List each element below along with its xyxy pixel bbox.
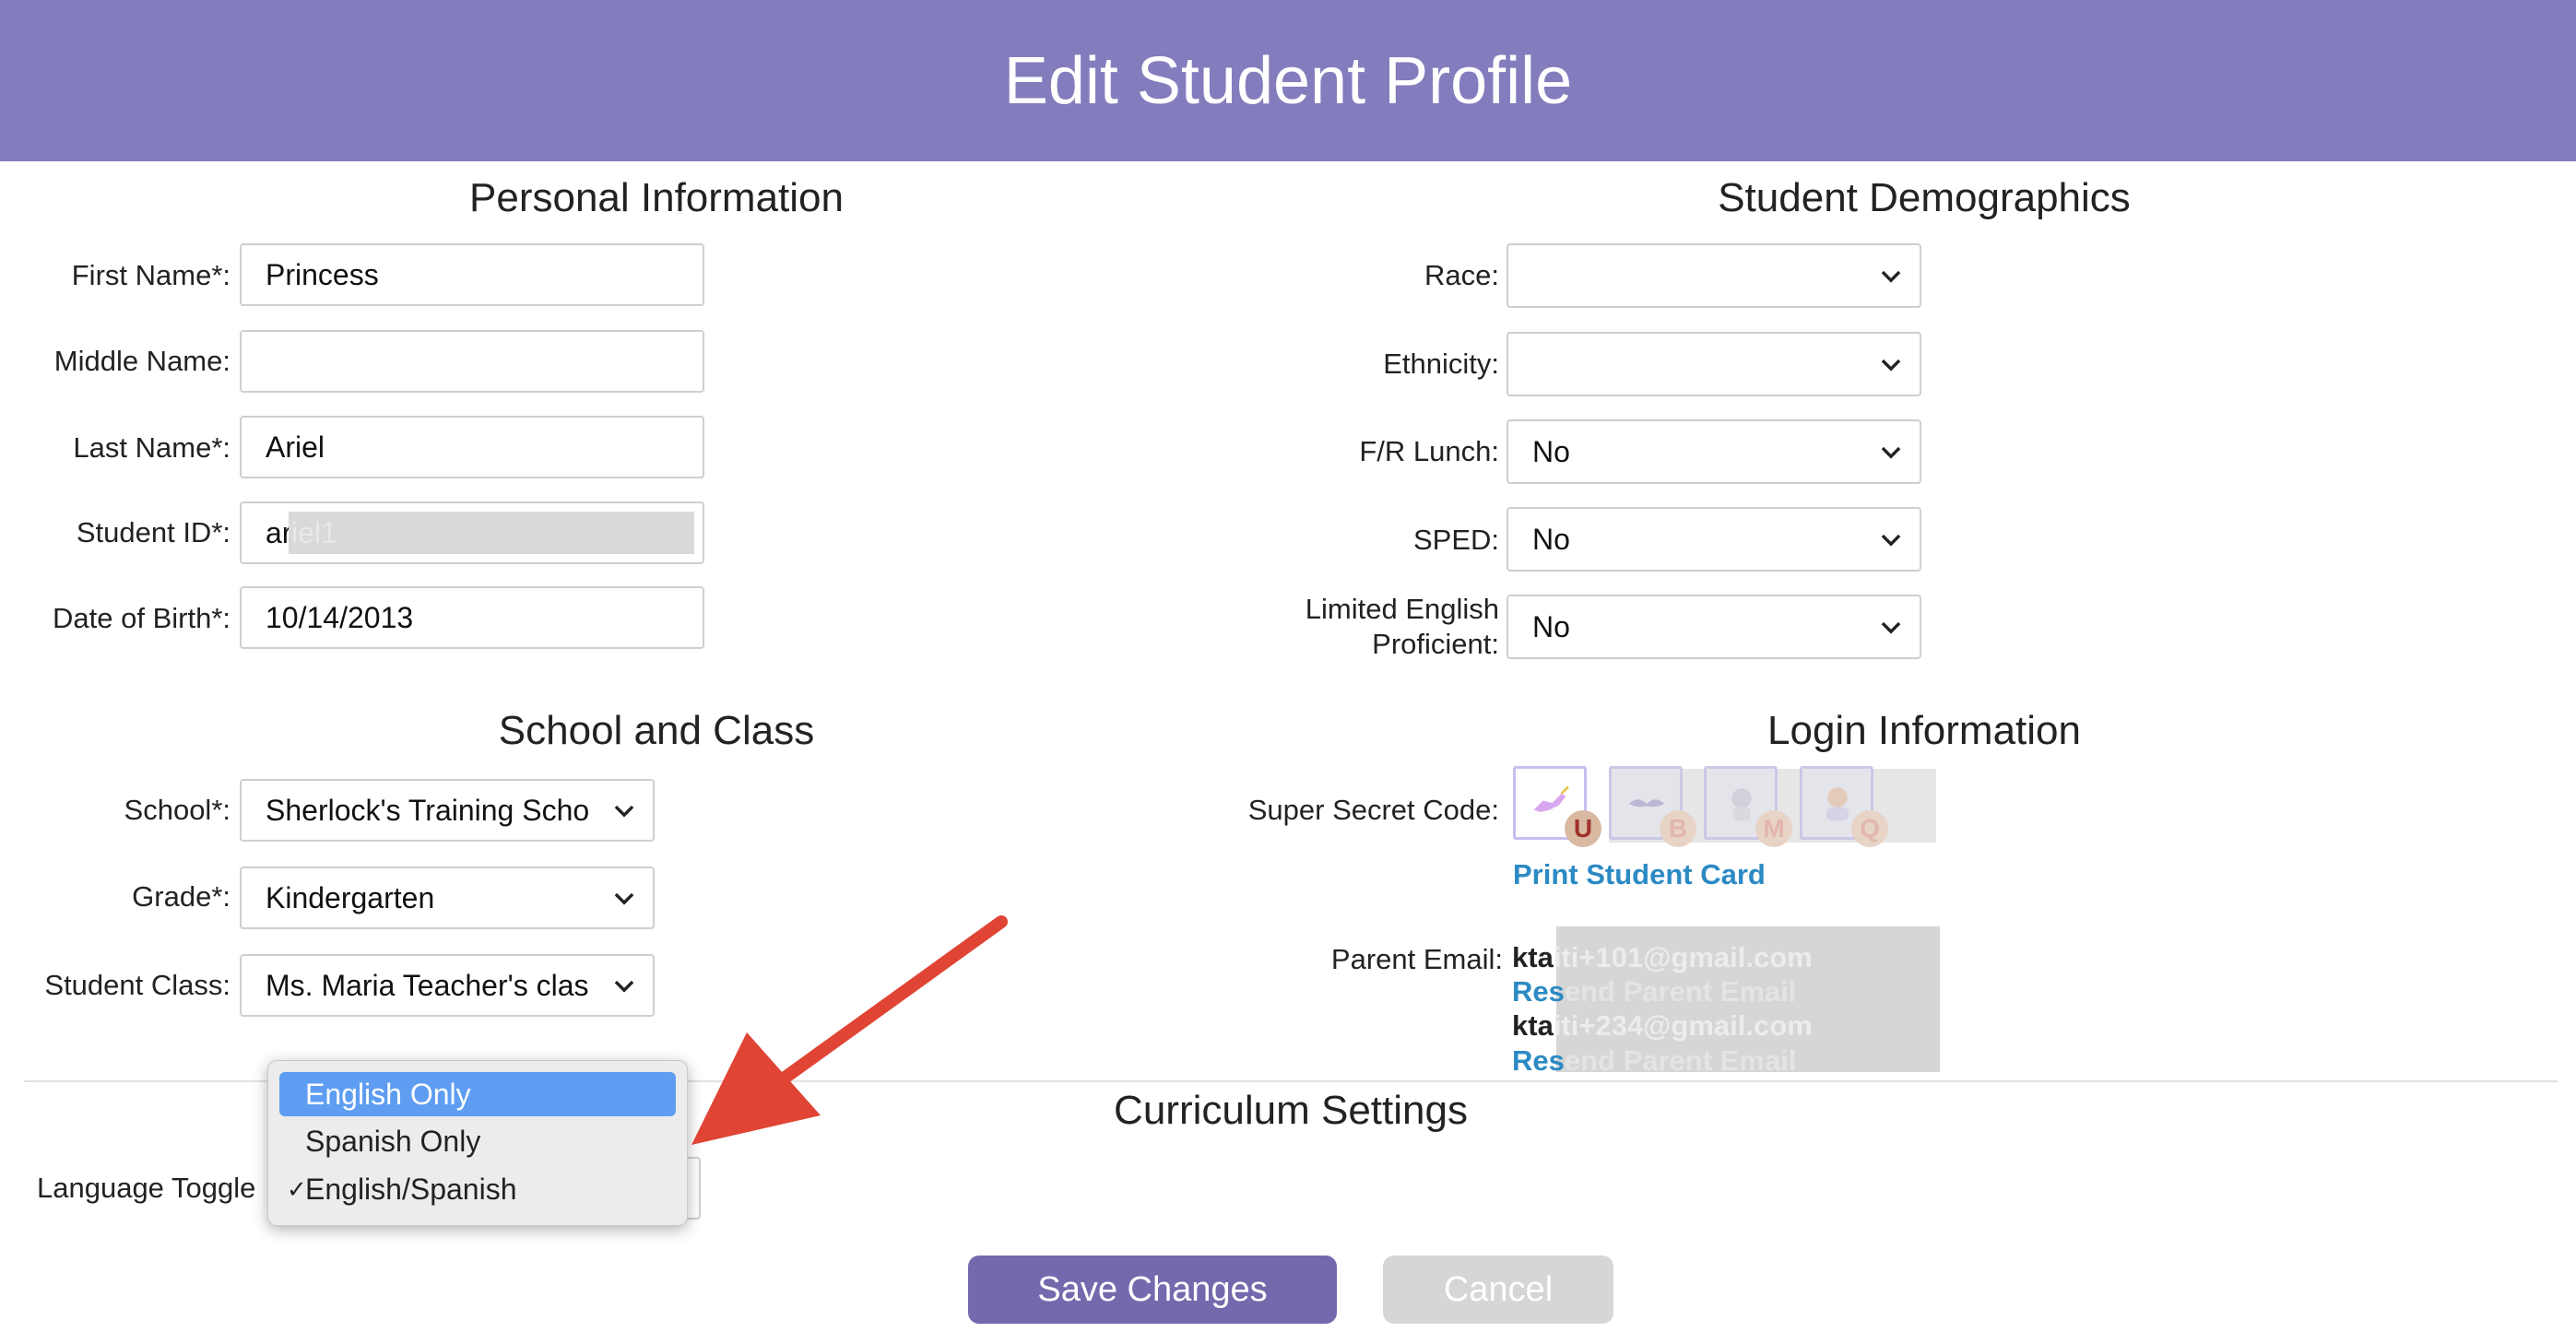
date-of-birth-input[interactable]: 10/14/2013 [240, 586, 704, 649]
resend-parent-email-1-redacted: end Parent Email [1564, 975, 1797, 1008]
parent-email-1-prefix: kta [1512, 941, 1554, 973]
lep-select[interactable]: No [1507, 595, 1921, 659]
school-label: School*: [124, 794, 230, 826]
checkmark-icon: ✓ [287, 1175, 307, 1203]
resend-parent-email-2-prefix: Res [1512, 1044, 1565, 1077]
school-select[interactable]: Sherlock's Training School [240, 779, 655, 842]
parent-email-1-redacted: iti+101@gmail.com [1553, 941, 1813, 973]
grade-select[interactable]: Kindergarten [240, 867, 655, 929]
grade-label: Grade*: [132, 880, 230, 913]
middle-name-label: Middle Name: [53, 345, 230, 377]
lep-label: Limited English Proficient: [1199, 592, 1499, 662]
last-name-value: Ariel [266, 430, 325, 464]
chevron-down-icon [1881, 270, 1901, 283]
lep-label-line2: Proficient: [1372, 628, 1499, 660]
school-value: Sherlock's Training School [266, 793, 588, 827]
fr-lunch-label: F/R Lunch: [1359, 435, 1499, 467]
parent-email-2-prefix: kta [1512, 1009, 1554, 1042]
language-toggle-label: Language Toggle [37, 1172, 256, 1204]
secret-code-letter-4: Q [1851, 810, 1888, 847]
secret-code-label: Super Secret Code: [1247, 794, 1499, 826]
student-demographics-heading: Student Demographics [1718, 175, 2131, 220]
first-name-label: First Name*: [71, 259, 230, 291]
race-label: Race: [1424, 259, 1499, 291]
language-option-spanish-only-label: Spanish Only [305, 1125, 481, 1158]
ethnicity-select[interactable] [1507, 332, 1921, 396]
fr-lunch-value: No [1532, 434, 1570, 468]
print-student-card-link[interactable]: Print Student Card [1513, 858, 1766, 891]
last-name-label: Last Name*: [73, 431, 230, 464]
lep-label-line1: Limited English [1305, 593, 1499, 625]
secret-code-letter-2: B [1660, 810, 1696, 847]
cancel-button[interactable]: Cancel [1383, 1256, 1613, 1324]
first-name-value: Princess [266, 257, 379, 291]
secret-code-letter-3: M [1755, 810, 1792, 847]
chevron-down-icon [1881, 359, 1901, 371]
language-option-spanish-only[interactable]: Spanish Only [279, 1119, 676, 1163]
personal-information-heading: Personal Information [469, 175, 844, 220]
page-header: Edit Student Profile [0, 0, 2576, 161]
fr-lunch-select[interactable]: No [1507, 419, 1921, 484]
ethnicity-label: Ethnicity: [1383, 348, 1499, 380]
student-id-label: Student ID*: [76, 516, 230, 548]
chevron-down-icon [1881, 621, 1901, 634]
language-toggle-dropdown: English Only Spanish Only ✓ English/Span… [267, 1060, 688, 1226]
student-id-redacted-text: iel1 [291, 516, 337, 549]
language-option-english-only[interactable]: English Only [279, 1072, 676, 1116]
student-class-value: Ms. Maria Teacher's class [266, 968, 588, 1002]
resend-parent-email-1-prefix: Res [1512, 975, 1565, 1008]
student-id-redaction [289, 512, 694, 554]
date-of-birth-value: 10/14/2013 [266, 600, 414, 634]
parent-email-2: ktaiti+234@gmail.com [1512, 1009, 1813, 1043]
chevron-down-icon [1881, 534, 1901, 547]
login-information-heading: Login Information [1767, 708, 2081, 753]
student-class-select[interactable]: Ms. Maria Teacher's class [240, 954, 655, 1017]
language-option-english-spanish-label: English/Spanish [305, 1173, 517, 1206]
student-class-label: Student Class: [44, 969, 230, 1001]
grade-value: Kindergarten [266, 880, 435, 914]
parent-email-2-redacted: iti+234@gmail.com [1553, 1009, 1813, 1042]
annotation-arrow-icon [691, 915, 1008, 1145]
language-option-english-only-label: English Only [305, 1078, 471, 1111]
first-name-input[interactable]: Princess [240, 243, 704, 306]
sped-label: SPED: [1412, 524, 1499, 556]
secret-code-letter-1: U [1565, 810, 1601, 847]
sped-value: No [1532, 522, 1570, 556]
resend-parent-email-2-link[interactable]: Resend Parent Email [1512, 1044, 1796, 1078]
sped-select[interactable]: No [1507, 507, 1921, 572]
resend-parent-email-1-link[interactable]: Resend Parent Email [1512, 975, 1796, 1008]
chevron-down-icon [614, 892, 634, 905]
chevron-down-icon [614, 805, 634, 818]
curriculum-settings-heading: Curriculum Settings [1114, 1088, 1468, 1133]
middle-name-input[interactable] [240, 330, 704, 393]
chevron-down-icon [1881, 446, 1901, 459]
last-name-input[interactable]: Ariel [240, 416, 704, 478]
language-option-english-spanish[interactable]: ✓ English/Spanish [279, 1167, 676, 1211]
parent-email-1: ktaiti+101@gmail.com [1512, 941, 1813, 974]
date-of-birth-label: Date of Birth*: [53, 602, 230, 634]
race-select[interactable] [1507, 243, 1921, 308]
resend-parent-email-2-redacted: end Parent Email [1564, 1044, 1797, 1077]
save-changes-button[interactable]: Save Changes [968, 1256, 1337, 1324]
chevron-down-icon [614, 980, 634, 993]
lep-value: No [1532, 609, 1570, 643]
parent-email-label: Parent Email: [1330, 943, 1503, 975]
page-title: Edit Student Profile [1003, 43, 1573, 118]
school-and-class-heading: School and Class [498, 708, 815, 753]
